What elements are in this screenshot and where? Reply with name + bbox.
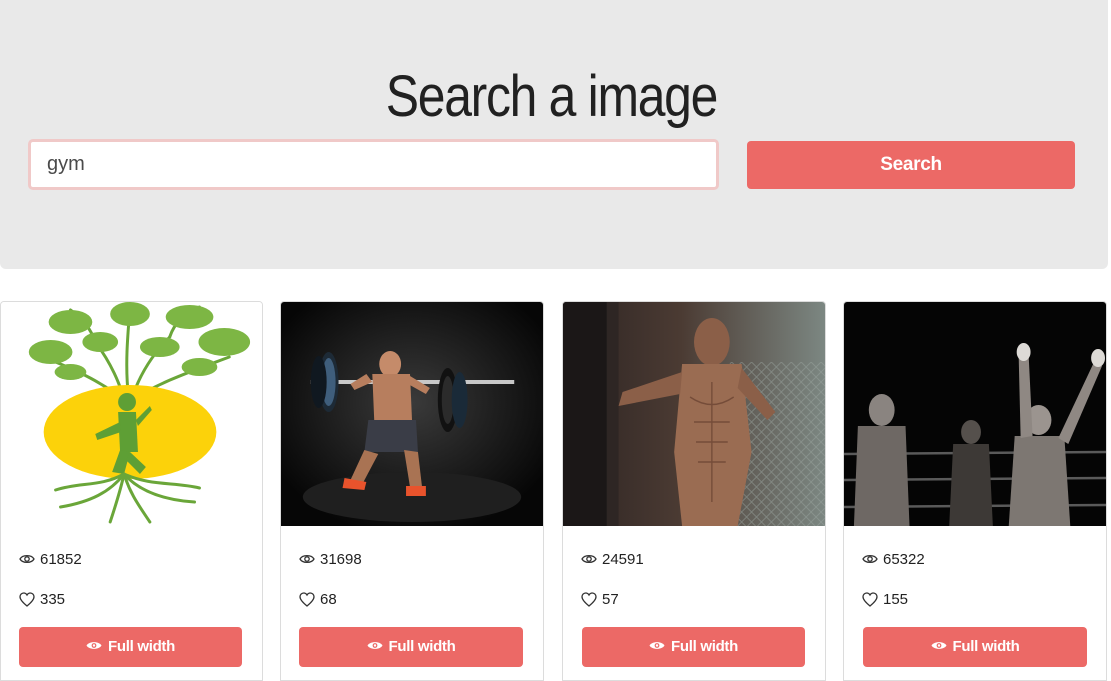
full-width-label: Full width (108, 638, 175, 655)
heart-icon (862, 591, 878, 607)
likes-count: 155 (883, 590, 909, 608)
likes-stat: 335 (19, 588, 65, 610)
fighter-cage-image (563, 302, 825, 526)
heart-icon (581, 591, 597, 607)
heart-icon (299, 591, 315, 607)
full-width-button[interactable]: Full width (299, 627, 523, 667)
full-width-button[interactable]: Full width (19, 627, 242, 667)
weightlifter-image (281, 302, 543, 526)
views-count: 65322 (883, 550, 925, 568)
image-thumbnail[interactable] (281, 302, 543, 526)
eye-icon (862, 554, 878, 564)
image-card: 65322 155 Full width (843, 301, 1107, 681)
views-count: 24591 (602, 550, 644, 568)
eye-icon (367, 642, 382, 649)
views-count: 61852 (40, 550, 82, 568)
views-stat: 61852 (19, 548, 82, 570)
likes-count: 68 (320, 590, 337, 608)
image-thumbnail[interactable] (844, 302, 1106, 526)
views-stat: 24591 (581, 548, 644, 570)
likes-stat: 57 (581, 588, 619, 610)
eye-icon (581, 554, 597, 564)
page-title: Search a image (385, 64, 719, 129)
search-hero: Search a image Search (0, 0, 1108, 269)
likes-count: 335 (40, 590, 66, 608)
eye-icon (931, 642, 946, 649)
full-width-button[interactable]: Full width (582, 627, 805, 667)
image-thumbnail[interactable] (1, 302, 262, 526)
views-stat: 31698 (299, 548, 362, 570)
full-width-label: Full width (388, 638, 456, 655)
image-card: 24591 57 Full width (562, 301, 826, 681)
yoga-tree-image (1, 302, 262, 526)
likes-stat: 155 (862, 588, 908, 610)
image-card: 31698 68 Full width (280, 301, 544, 681)
heart-icon (19, 591, 35, 607)
views-stat: 65322 (862, 548, 925, 570)
likes-stat: 68 (299, 588, 337, 610)
likes-count: 57 (602, 590, 619, 608)
eye-icon (649, 642, 665, 649)
eye-icon (86, 642, 102, 649)
eye-icon (299, 554, 315, 564)
image-thumbnail[interactable] (563, 302, 825, 526)
eye-icon (19, 554, 35, 564)
full-width-label: Full width (952, 638, 1020, 655)
search-button[interactable]: Search (747, 141, 1075, 189)
boxing-ring-image (844, 302, 1106, 526)
search-input[interactable] (28, 139, 719, 190)
views-count: 31698 (320, 550, 362, 568)
full-width-button[interactable]: Full width (863, 627, 1087, 667)
full-width-label: Full width (671, 638, 738, 655)
image-card: 61852 335 Full width (0, 301, 263, 681)
